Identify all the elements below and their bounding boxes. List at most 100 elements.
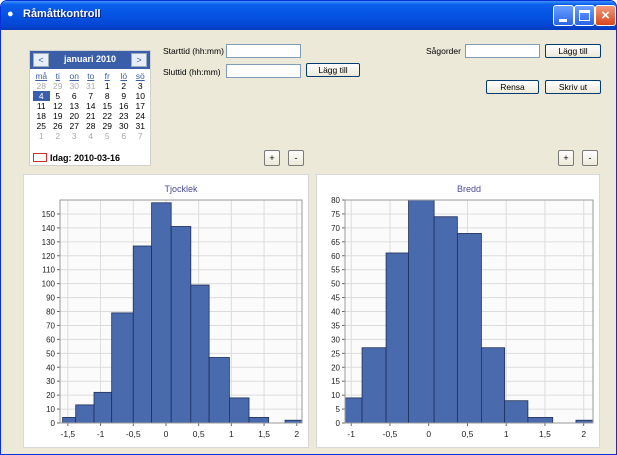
width-histogram: Bredd05101520253035404550556065707580-1-…: [331, 184, 594, 439]
x-tick-label: 2: [581, 429, 586, 439]
calendar-day[interactable]: 1: [99, 81, 116, 91]
y-tick-label: 35: [331, 321, 340, 330]
calendar-day[interactable]: 7: [83, 91, 100, 101]
histogram-bar: [433, 216, 458, 424]
y-tick-label: 0: [336, 419, 341, 428]
minimize-icon: [559, 19, 567, 22]
calendar-day[interactable]: 7: [132, 131, 149, 141]
clear-button[interactable]: Rensa: [486, 80, 539, 94]
start-time-input[interactable]: [226, 44, 301, 58]
x-tick-label: 0,5: [193, 429, 205, 439]
histogram-bar: [480, 347, 506, 424]
histogram-bar: [228, 397, 250, 424]
calendar-next-button[interactable]: >: [131, 53, 147, 67]
y-tick-label: 30: [331, 335, 340, 344]
histogram-bar: [111, 312, 134, 424]
left-zoom-out-button[interactable]: -: [288, 150, 304, 166]
calendar-week-row: 4 5 6 7 8 9 10: [33, 91, 149, 101]
calendar-day[interactable]: 19: [50, 111, 67, 121]
calendar-day[interactable]: 27: [66, 121, 83, 131]
calendar-day[interactable]: 29: [50, 81, 67, 91]
add-time-button[interactable]: Lägg till: [306, 63, 360, 77]
calendar-day[interactable]: 11: [33, 101, 50, 111]
calendar-day[interactable]: 10: [132, 91, 149, 101]
x-tick-label: 0,5: [462, 429, 474, 439]
maximize-button[interactable]: [574, 5, 595, 26]
calendar-day[interactable]: 4: [83, 131, 100, 141]
calendar-weekday: må: [35, 71, 48, 81]
calendar-day[interactable]: 9: [116, 91, 133, 101]
calendar-day[interactable]: 6: [66, 91, 83, 101]
calendar-day[interactable]: 2: [116, 81, 133, 91]
minimize-button[interactable]: [553, 5, 574, 26]
calendar-day[interactable]: 8: [99, 91, 116, 101]
calendar-day[interactable]: 14: [83, 101, 100, 111]
histogram-bar: [170, 226, 192, 424]
x-tick-label: -0,5: [126, 429, 141, 439]
calendar-day[interactable]: 17: [132, 101, 149, 111]
y-tick-label: 55: [331, 266, 340, 275]
calendar-day[interactable]: 12: [50, 101, 67, 111]
y-tick-label: 45: [331, 294, 340, 303]
title-bar[interactable]: ● Råmåttkontroll ×: [1, 1, 616, 30]
calendar-day[interactable]: 31: [83, 81, 100, 91]
right-zoom-in-button[interactable]: +: [558, 150, 574, 166]
calendar-today-link[interactable]: Idag: 2010-03-16: [33, 152, 120, 164]
thickness-histogram: Tjocklek01020304050607080901001101201301…: [42, 184, 303, 439]
histogram-bar: [408, 199, 435, 424]
calendar-day[interactable]: 29: [99, 121, 116, 131]
saw-order-input[interactable]: [465, 44, 540, 58]
calendar-week-row: 11 12 13 14 15 16 17: [33, 101, 149, 111]
calendar-day[interactable]: 3: [66, 131, 83, 141]
calendar-weekday: ti: [55, 71, 60, 81]
calendar-day[interactable]: 2: [50, 131, 67, 141]
histogram-bar: [504, 400, 529, 424]
calendar-day[interactable]: 13: [66, 101, 83, 111]
calendar-day[interactable]: 31: [132, 121, 149, 131]
y-tick-label: 150: [42, 210, 56, 219]
maximize-icon: [579, 10, 590, 21]
y-tick-label: 120: [42, 252, 56, 261]
calendar-day[interactable]: 23: [116, 111, 133, 121]
calendar-day[interactable]: 6: [116, 131, 133, 141]
calendar-day[interactable]: 24: [132, 111, 149, 121]
calendar-day[interactable]: 30: [66, 81, 83, 91]
calendar-day[interactable]: 25: [33, 121, 50, 131]
y-tick-label: 75: [331, 210, 340, 219]
y-tick-label: 40: [46, 363, 55, 372]
y-tick-label: 0: [51, 419, 56, 428]
calendar-day[interactable]: 15: [99, 101, 116, 111]
x-tick-label: 1,5: [258, 429, 270, 439]
calendar-day[interactable]: 4: [33, 91, 50, 101]
calendar-day[interactable]: 5: [50, 91, 67, 101]
calendar-day[interactable]: 21: [83, 111, 100, 121]
calendar-day[interactable]: 22: [99, 111, 116, 121]
y-tick-label: 60: [331, 252, 340, 261]
calendar-day[interactable]: 5: [99, 131, 116, 141]
calendar-day[interactable]: 28: [83, 121, 100, 131]
right-zoom-out-button[interactable]: -: [582, 150, 598, 166]
add-order-button[interactable]: Lägg till: [545, 44, 601, 58]
calendar-day[interactable]: 3: [132, 81, 149, 91]
calendar-day[interactable]: 26: [50, 121, 67, 131]
calendar-weekday: to: [87, 71, 95, 81]
x-tick-label: 1: [504, 429, 509, 439]
calendar-day[interactable]: 1: [33, 131, 50, 141]
calendar-prev-button[interactable]: <: [33, 53, 49, 67]
calendar-day[interactable]: 30: [116, 121, 133, 131]
y-tick-label: 70: [46, 321, 55, 330]
x-tick-label: 2: [294, 429, 299, 439]
calendar-week-row: 28 29 30 31 1 2 3: [33, 81, 149, 91]
y-tick-label: 70: [331, 224, 340, 233]
y-tick-label: 140: [42, 224, 56, 233]
calendar-day[interactable]: 28: [33, 81, 50, 91]
close-button[interactable]: ×: [595, 5, 616, 26]
y-tick-label: 15: [331, 377, 340, 386]
calendar-day[interactable]: 16: [116, 101, 133, 111]
end-time-input[interactable]: [226, 64, 301, 78]
end-time-label: Sluttid (hh:mm): [163, 67, 221, 77]
print-button[interactable]: Skriv ut: [545, 80, 601, 94]
calendar-day[interactable]: 20: [66, 111, 83, 121]
left-zoom-in-button[interactable]: +: [264, 150, 280, 166]
calendar-day[interactable]: 18: [33, 111, 50, 121]
